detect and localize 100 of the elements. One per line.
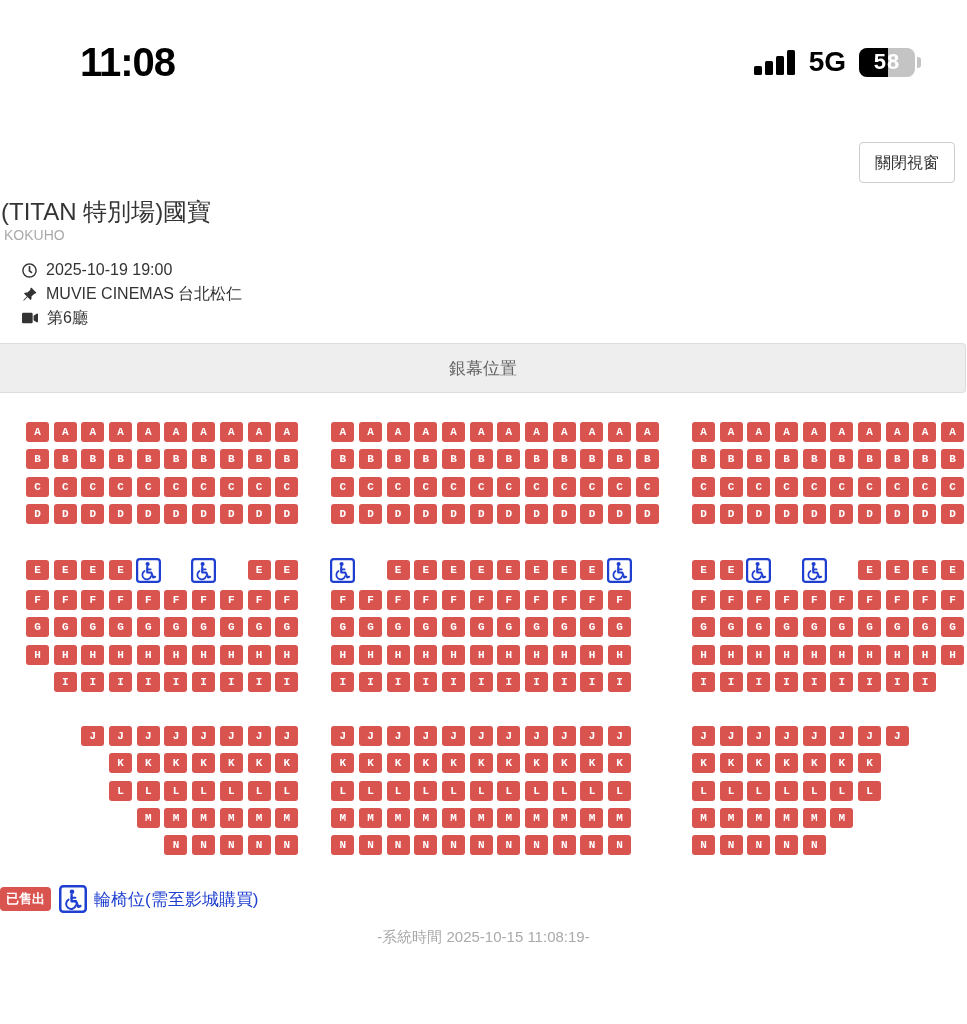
sold-seat[interactable]: B: [525, 449, 549, 470]
sold-seat[interactable]: A: [885, 422, 909, 442]
sold-seat[interactable]: I: [247, 672, 271, 693]
sold-seat[interactable]: E: [247, 560, 271, 581]
sold-seat[interactable]: J: [719, 726, 743, 747]
sold-seat[interactable]: A: [802, 422, 826, 442]
sold-seat[interactable]: K: [247, 753, 271, 774]
sold-seat[interactable]: M: [719, 807, 743, 828]
sold-seat[interactable]: I: [81, 672, 105, 693]
sold-seat[interactable]: C: [608, 476, 632, 497]
sold-seat[interactable]: H: [719, 644, 743, 665]
sold-seat[interactable]: H: [608, 644, 632, 665]
sold-seat[interactable]: I: [747, 672, 771, 693]
sold-seat[interactable]: C: [109, 476, 133, 497]
sold-seat[interactable]: K: [275, 753, 299, 774]
sold-seat[interactable]: K: [414, 753, 438, 774]
sold-seat[interactable]: H: [247, 644, 271, 665]
sold-seat[interactable]: D: [802, 503, 826, 524]
sold-seat[interactable]: G: [247, 617, 271, 638]
sold-seat[interactable]: B: [635, 449, 659, 470]
sold-seat[interactable]: F: [331, 590, 355, 611]
sold-seat[interactable]: N: [331, 835, 355, 856]
sold-seat[interactable]: C: [275, 476, 299, 497]
sold-seat[interactable]: H: [580, 644, 604, 665]
sold-seat[interactable]: K: [719, 753, 743, 774]
sold-seat[interactable]: N: [359, 835, 382, 856]
sold-seat[interactable]: D: [136, 503, 160, 524]
sold-seat[interactable]: G: [747, 617, 771, 638]
sold-seat[interactable]: J: [414, 726, 438, 747]
sold-seat[interactable]: N: [608, 835, 632, 856]
sold-seat[interactable]: G: [386, 617, 410, 638]
sold-seat[interactable]: B: [26, 449, 49, 470]
sold-seat[interactable]: G: [164, 617, 188, 638]
sold-seat[interactable]: G: [775, 617, 799, 638]
sold-seat[interactable]: H: [136, 644, 160, 665]
sold-seat[interactable]: C: [830, 476, 854, 497]
sold-seat[interactable]: I: [109, 672, 133, 693]
sold-seat[interactable]: H: [414, 644, 438, 665]
sold-seat[interactable]: M: [830, 807, 854, 828]
sold-seat[interactable]: B: [885, 449, 909, 470]
sold-seat[interactable]: M: [802, 807, 826, 828]
sold-seat[interactable]: E: [885, 560, 909, 581]
sold-seat[interactable]: G: [442, 617, 466, 638]
sold-seat[interactable]: M: [442, 807, 466, 828]
sold-seat[interactable]: B: [552, 449, 576, 470]
sold-seat[interactable]: D: [913, 503, 937, 524]
sold-seat[interactable]: H: [442, 644, 466, 665]
sold-seat[interactable]: J: [497, 726, 521, 747]
sold-seat[interactable]: A: [109, 422, 133, 442]
sold-seat[interactable]: A: [719, 422, 743, 442]
sold-seat[interactable]: A: [913, 422, 937, 442]
sold-seat[interactable]: D: [109, 503, 133, 524]
sold-seat[interactable]: I: [331, 672, 355, 693]
sold-seat[interactable]: J: [275, 726, 299, 747]
sold-seat[interactable]: J: [858, 726, 882, 747]
sold-seat[interactable]: K: [386, 753, 410, 774]
sold-seat[interactable]: I: [913, 672, 937, 693]
sold-seat[interactable]: N: [747, 835, 771, 856]
sold-seat[interactable]: K: [747, 753, 771, 774]
sold-seat[interactable]: L: [136, 780, 160, 801]
sold-seat[interactable]: H: [941, 644, 965, 665]
sold-seat[interactable]: C: [442, 476, 466, 497]
sold-seat[interactable]: L: [525, 780, 549, 801]
sold-seat[interactable]: E: [941, 560, 965, 581]
sold-seat[interactable]: J: [109, 726, 133, 747]
sold-seat[interactable]: B: [219, 449, 243, 470]
sold-seat[interactable]: C: [414, 476, 438, 497]
sold-seat[interactable]: E: [414, 560, 438, 581]
sold-seat[interactable]: L: [247, 780, 271, 801]
sold-seat[interactable]: F: [913, 590, 937, 611]
sold-seat[interactable]: G: [469, 617, 493, 638]
sold-seat[interactable]: F: [580, 590, 604, 611]
sold-seat[interactable]: J: [580, 726, 604, 747]
sold-seat[interactable]: B: [192, 449, 216, 470]
sold-seat[interactable]: I: [497, 672, 521, 693]
sold-seat[interactable]: B: [775, 449, 799, 470]
sold-seat[interactable]: B: [164, 449, 188, 470]
sold-seat[interactable]: J: [192, 726, 216, 747]
sold-seat[interactable]: I: [608, 672, 632, 693]
sold-seat[interactable]: D: [414, 503, 438, 524]
sold-seat[interactable]: C: [469, 476, 493, 497]
sold-seat[interactable]: G: [275, 617, 299, 638]
sold-seat[interactable]: E: [552, 560, 576, 581]
sold-seat[interactable]: N: [802, 835, 826, 856]
sold-seat[interactable]: K: [219, 753, 243, 774]
sold-seat[interactable]: H: [747, 644, 771, 665]
sold-seat[interactable]: D: [219, 503, 243, 524]
sold-seat[interactable]: C: [913, 476, 937, 497]
sold-seat[interactable]: D: [580, 503, 604, 524]
sold-seat[interactable]: D: [747, 503, 771, 524]
sold-seat[interactable]: C: [81, 476, 105, 497]
sold-seat[interactable]: I: [580, 672, 604, 693]
sold-seat[interactable]: A: [359, 422, 382, 442]
sold-seat[interactable]: F: [497, 590, 521, 611]
sold-seat[interactable]: F: [359, 590, 382, 611]
sold-seat[interactable]: A: [525, 422, 549, 442]
sold-seat[interactable]: F: [386, 590, 410, 611]
sold-seat[interactable]: L: [692, 780, 715, 801]
sold-seat[interactable]: C: [580, 476, 604, 497]
sold-seat[interactable]: J: [219, 726, 243, 747]
